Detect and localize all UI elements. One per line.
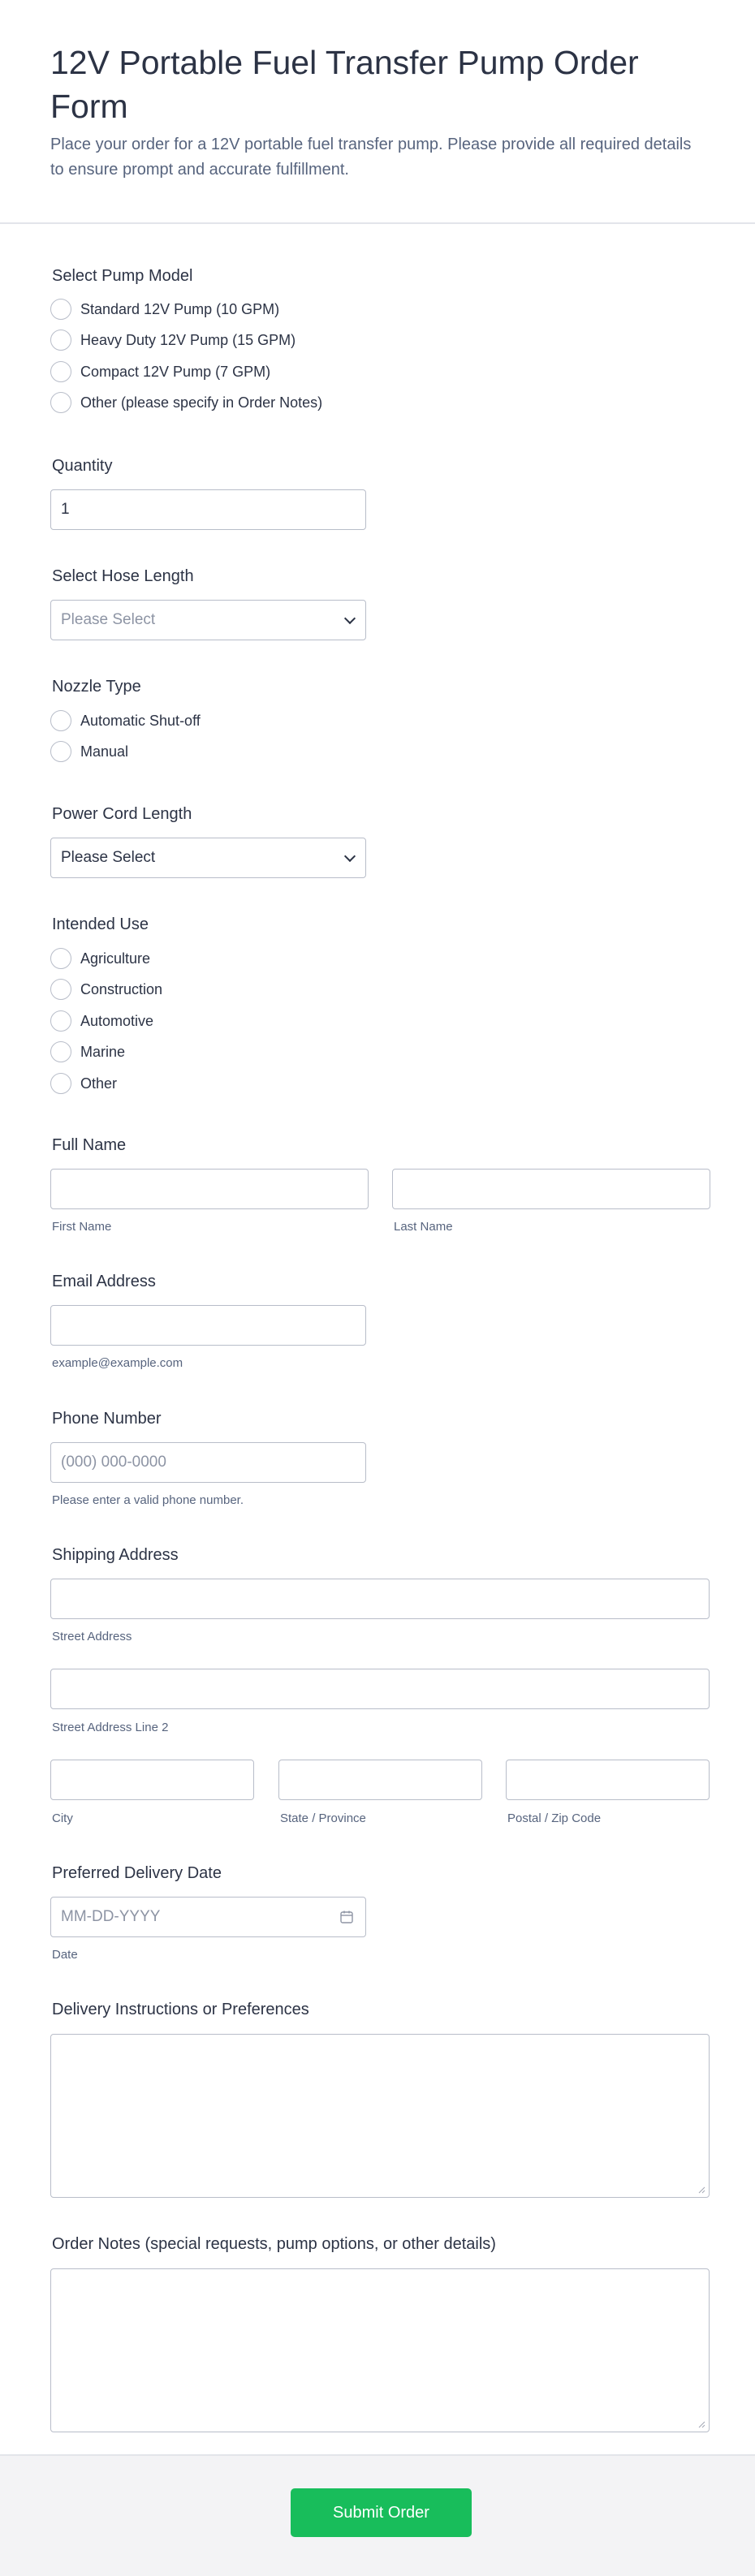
- pump-model-label: Select Pump Model: [52, 267, 193, 285]
- radio-button[interactable]: [50, 361, 71, 382]
- radio-option-label: Construction: [80, 980, 163, 997]
- header-divider: [0, 222, 755, 224]
- resize-handle-icon[interactable]: [697, 2420, 705, 2428]
- radio-option[interactable]: Other: [50, 1071, 117, 1096]
- hose-length-label: Select Hose Length: [52, 567, 194, 585]
- shipping-address-label: Shipping Address: [52, 1546, 179, 1564]
- city-sublabel: City: [52, 1811, 73, 1825]
- radio-option-label: Manual: [80, 743, 129, 760]
- street-address-2-input[interactable]: [50, 1669, 710, 1709]
- delivery-date-placeholder: MM-DD-YYYY: [61, 1908, 161, 1925]
- radio-option[interactable]: Construction: [50, 977, 162, 1002]
- power-cord-label: Power Cord Length: [52, 805, 192, 823]
- submit-order-button[interactable]: Submit Order: [291, 2488, 472, 2537]
- radio-button[interactable]: [50, 948, 71, 969]
- full-name-label: Full Name: [52, 1136, 127, 1154]
- radio-option-label: Heavy Duty 12V Pump (15 GPM): [80, 331, 296, 348]
- delivery-instructions-label: Delivery Instructions or Preferences: [52, 2001, 309, 2018]
- email-sublabel: example@example.com: [52, 1356, 183, 1370]
- radio-option-label: Automotive: [80, 1012, 154, 1029]
- chevron-down-icon: [343, 612, 356, 625]
- radio-option[interactable]: Automotive: [50, 1009, 153, 1033]
- radio-button[interactable]: [50, 299, 71, 320]
- radio-button[interactable]: [50, 392, 71, 413]
- last-name-sublabel: Last Name: [394, 1220, 453, 1234]
- radio-option-label: Other: [80, 1075, 118, 1092]
- radio-option[interactable]: Compact 12V Pump (7 GPM): [50, 360, 270, 384]
- hose-length-select[interactable]: Please Select: [50, 600, 366, 640]
- street-address-sublabel: Street Address: [52, 1630, 132, 1643]
- order-notes-label: Order Notes (special requests, pump opti…: [52, 2235, 496, 2253]
- order-notes-textarea[interactable]: [50, 2268, 710, 2432]
- radio-option[interactable]: Automatic Shut-off: [50, 709, 201, 733]
- email-input[interactable]: [50, 1305, 366, 1346]
- first-name-sublabel: First Name: [52, 1220, 112, 1234]
- radio-option-label: Standard 12V Pump (10 GPM): [80, 300, 280, 317]
- phone-sublabel: Please enter a valid phone number.: [52, 1493, 244, 1507]
- radio-option[interactable]: Agriculture: [50, 946, 150, 971]
- delivery-date-label: Preferred Delivery Date: [52, 1864, 222, 1882]
- delivery-instructions-textarea[interactable]: [50, 2034, 710, 2198]
- radio-option[interactable]: Heavy Duty 12V Pump (15 GPM): [50, 328, 296, 352]
- street-address-2-sublabel: Street Address Line 2: [52, 1721, 169, 1734]
- quantity-input[interactable]: 1: [50, 489, 366, 530]
- form-description: Place your order for a 12V portable fuel…: [50, 136, 692, 179]
- radio-button[interactable]: [50, 1010, 71, 1032]
- street-address-input[interactable]: [50, 1579, 710, 1619]
- email-label: Email Address: [52, 1273, 156, 1290]
- resize-handle-icon[interactable]: [697, 2186, 705, 2194]
- radio-option-label: Marine: [80, 1043, 126, 1060]
- radio-button[interactable]: [50, 979, 71, 1000]
- radio-button[interactable]: [50, 330, 71, 351]
- state-sublabel: State / Province: [280, 1811, 366, 1825]
- chevron-down-icon: [343, 850, 356, 863]
- radio-option-label: Other (please specify in Order Notes): [80, 394, 323, 411]
- first-name-input[interactable]: [50, 1169, 369, 1209]
- zip-input[interactable]: [506, 1760, 710, 1800]
- nozzle-type-label: Nozzle Type: [52, 678, 141, 696]
- last-name-input[interactable]: [392, 1169, 710, 1209]
- radio-button[interactable]: [50, 1041, 71, 1062]
- quantity-label: Quantity: [52, 457, 113, 475]
- radio-option[interactable]: Manual: [50, 739, 128, 764]
- state-input[interactable]: [278, 1760, 482, 1800]
- hose-length-placeholder: Please Select: [61, 611, 156, 628]
- delivery-date-sublabel: Date: [52, 1948, 78, 1962]
- radio-button[interactable]: [50, 710, 71, 731]
- phone-placeholder: (000) 000-0000: [61, 1454, 166, 1471]
- calendar-icon[interactable]: [339, 1910, 354, 1924]
- power-cord-value: Please Select: [61, 849, 156, 866]
- delivery-date-input[interactable]: MM-DD-YYYY: [50, 1897, 366, 1937]
- radio-button[interactable]: [50, 741, 71, 762]
- radio-option-label: Agriculture: [80, 950, 151, 967]
- phone-input[interactable]: (000) 000-0000: [50, 1442, 366, 1483]
- phone-label: Phone Number: [52, 1410, 162, 1428]
- radio-option[interactable]: Standard 12V Pump (10 GPM): [50, 297, 279, 321]
- form-title: 12V Portable Fuel Transfer Pump Order Fo…: [50, 44, 639, 125]
- city-input[interactable]: [50, 1760, 254, 1800]
- intended-use-label: Intended Use: [52, 915, 149, 933]
- radio-option-label: Compact 12V Pump (7 GPM): [80, 363, 271, 380]
- zip-sublabel: Postal / Zip Code: [507, 1811, 602, 1825]
- radio-option[interactable]: Marine: [50, 1040, 125, 1064]
- radio-button[interactable]: [50, 1073, 71, 1094]
- radio-option[interactable]: Other (please specify in Order Notes): [50, 390, 322, 415]
- power-cord-select[interactable]: Please Select: [50, 838, 366, 878]
- quantity-value: 1: [61, 501, 70, 518]
- radio-option-label: Automatic Shut-off: [80, 712, 201, 729]
